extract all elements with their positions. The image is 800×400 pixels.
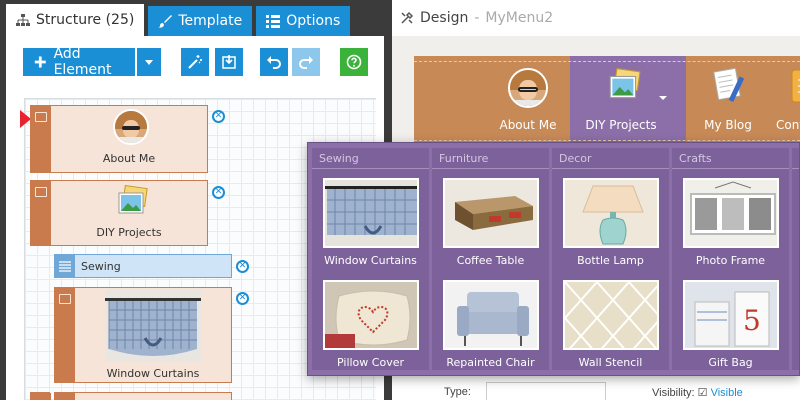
photos-icon — [118, 185, 148, 214]
tab-structure-label: Structure (25) — [36, 12, 135, 28]
structure-toolbar: Add Element — [6, 46, 384, 78]
column-heading[interactable]: G — [792, 148, 799, 169]
submenu-column-sewing: Sewing Window Curtains Pillow Cover — [312, 148, 429, 370]
item-caption[interactable]: Photo Frame — [672, 254, 789, 267]
node-next[interactable] — [54, 392, 232, 400]
svg-text:5: 5 — [743, 304, 761, 337]
column-heading[interactable]: Furniture — [432, 148, 549, 169]
diy-projects-submenu: Sewing Window Curtains Pillow Cover Furn… — [307, 142, 800, 376]
image-type-icon — [35, 112, 47, 122]
visibility-value: Visible — [710, 387, 743, 399]
redo-icon — [299, 56, 313, 69]
node-window-curtains[interactable]: Window Curtains — [54, 287, 232, 383]
visibility-label: Visibility: — [652, 387, 695, 399]
type-label: Type: — [444, 386, 471, 398]
tab-template-label: Template — [178, 13, 243, 29]
node-sewing[interactable]: Sewing — [54, 254, 232, 278]
submenu-column-partial: G — [792, 148, 799, 370]
item-caption[interactable]: Wall Stencil — [552, 356, 669, 369]
import-button[interactable] — [215, 48, 243, 76]
help-icon — [346, 54, 362, 70]
sitemap-icon — [16, 14, 30, 26]
item-caption[interactable]: Bottle Lamp — [552, 254, 669, 267]
coffee-table-thumbnail[interactable] — [443, 178, 539, 248]
magic-wand-button[interactable] — [181, 48, 209, 76]
node-handle[interactable] — [55, 288, 75, 382]
gift-bag-thumbnail[interactable]: 5 — [683, 280, 779, 350]
plus-icon — [34, 56, 46, 68]
tab-structure[interactable]: Structure (25) — [6, 4, 145, 36]
undo-icon — [267, 56, 281, 69]
item-caption[interactable]: Gift Bag — [672, 356, 789, 369]
item-caption[interactable]: Pillow Cover — [312, 356, 429, 369]
avatar — [113, 109, 149, 145]
undo-button[interactable] — [260, 48, 288, 76]
add-element-label: Add Element — [53, 46, 112, 78]
node-diy-projects[interactable]: DIY Projects — [30, 180, 208, 246]
menu-stitching — [414, 61, 800, 141]
brush-icon — [158, 15, 173, 28]
import-icon — [222, 55, 236, 69]
menu-bar: About Me DIY Projects My Blog Con — [414, 56, 800, 146]
magic-wand-icon — [188, 55, 202, 69]
tab-options-label: Options — [286, 13, 341, 29]
column-heading[interactable]: Decor — [552, 148, 669, 169]
add-element-dropdown-button[interactable] — [137, 48, 161, 76]
wall-stencil-thumbnail[interactable] — [563, 280, 659, 350]
image-type-icon — [59, 294, 71, 304]
submenu-column-furniture: Furniture Coffee Table Repainted Chair — [432, 148, 549, 370]
list-icon — [266, 15, 281, 28]
remove-node-icon[interactable]: ✕ — [212, 110, 225, 123]
column-heading[interactable]: Crafts — [672, 148, 789, 169]
help-button[interactable] — [340, 48, 368, 76]
type-select[interactable] — [486, 382, 606, 400]
node-handle[interactable] — [55, 255, 75, 277]
pillow-cover-thumbnail[interactable] — [323, 280, 419, 350]
design-title: Design - MyMenu2 — [400, 10, 553, 26]
node-label: DIY Projects — [96, 226, 162, 239]
remove-node-icon[interactable]: ✕ — [212, 186, 225, 199]
menu-name: MyMenu2 — [485, 10, 554, 26]
submenu-column-decor: Decor Bottle Lamp Wall Stencil — [552, 148, 669, 370]
design-title-separator: - — [474, 10, 480, 26]
tools-icon — [401, 11, 414, 24]
photo-frame-thumbnail[interactable] — [683, 178, 779, 248]
item-caption[interactable]: Coffee Table — [432, 254, 549, 267]
tab-options[interactable]: Options — [256, 6, 351, 36]
column-heading[interactable]: Sewing — [312, 148, 429, 169]
image-type-icon — [35, 187, 47, 197]
node-next-parent[interactable] — [30, 392, 51, 400]
node-label: Window Curtains — [106, 367, 200, 380]
caret-down-icon — [145, 60, 153, 65]
bottle-lamp-thumbnail[interactable] — [563, 178, 659, 248]
remove-node-icon[interactable]: ✕ — [236, 292, 249, 305]
left-tab-bar: Structure (25) Template Options — [0, 0, 390, 36]
node-handle[interactable] — [55, 393, 75, 400]
node-handle[interactable] — [31, 106, 51, 172]
node-label: About Me — [102, 152, 156, 165]
redo-button[interactable] — [292, 48, 320, 76]
repainted-chair-thumbnail[interactable] — [443, 280, 539, 350]
curtain-thumbnail — [105, 290, 201, 362]
add-element-button[interactable]: Add Element — [23, 46, 135, 78]
item-caption[interactable]: Repainted Chair — [432, 356, 549, 369]
node-handle[interactable] — [31, 181, 51, 245]
checkbox-icon[interactable]: ☑ — [698, 387, 708, 399]
submenu-column-crafts: Crafts Photo Frame 5 Gift Bag — [672, 148, 789, 370]
node-about-me[interactable]: About Me — [30, 105, 208, 173]
remove-node-icon[interactable]: ✕ — [236, 260, 249, 273]
design-title-label: Design — [420, 10, 469, 26]
tab-template[interactable]: Template — [148, 6, 253, 36]
window-curtains-thumbnail[interactable] — [323, 178, 419, 248]
heading-type-icon — [59, 261, 71, 272]
item-caption[interactable]: Window Curtains — [312, 254, 429, 267]
node-handle[interactable] — [31, 393, 51, 400]
node-label: Sewing — [81, 260, 121, 273]
visibility-field[interactable]: Visibility: ☑ Visible — [652, 386, 743, 399]
